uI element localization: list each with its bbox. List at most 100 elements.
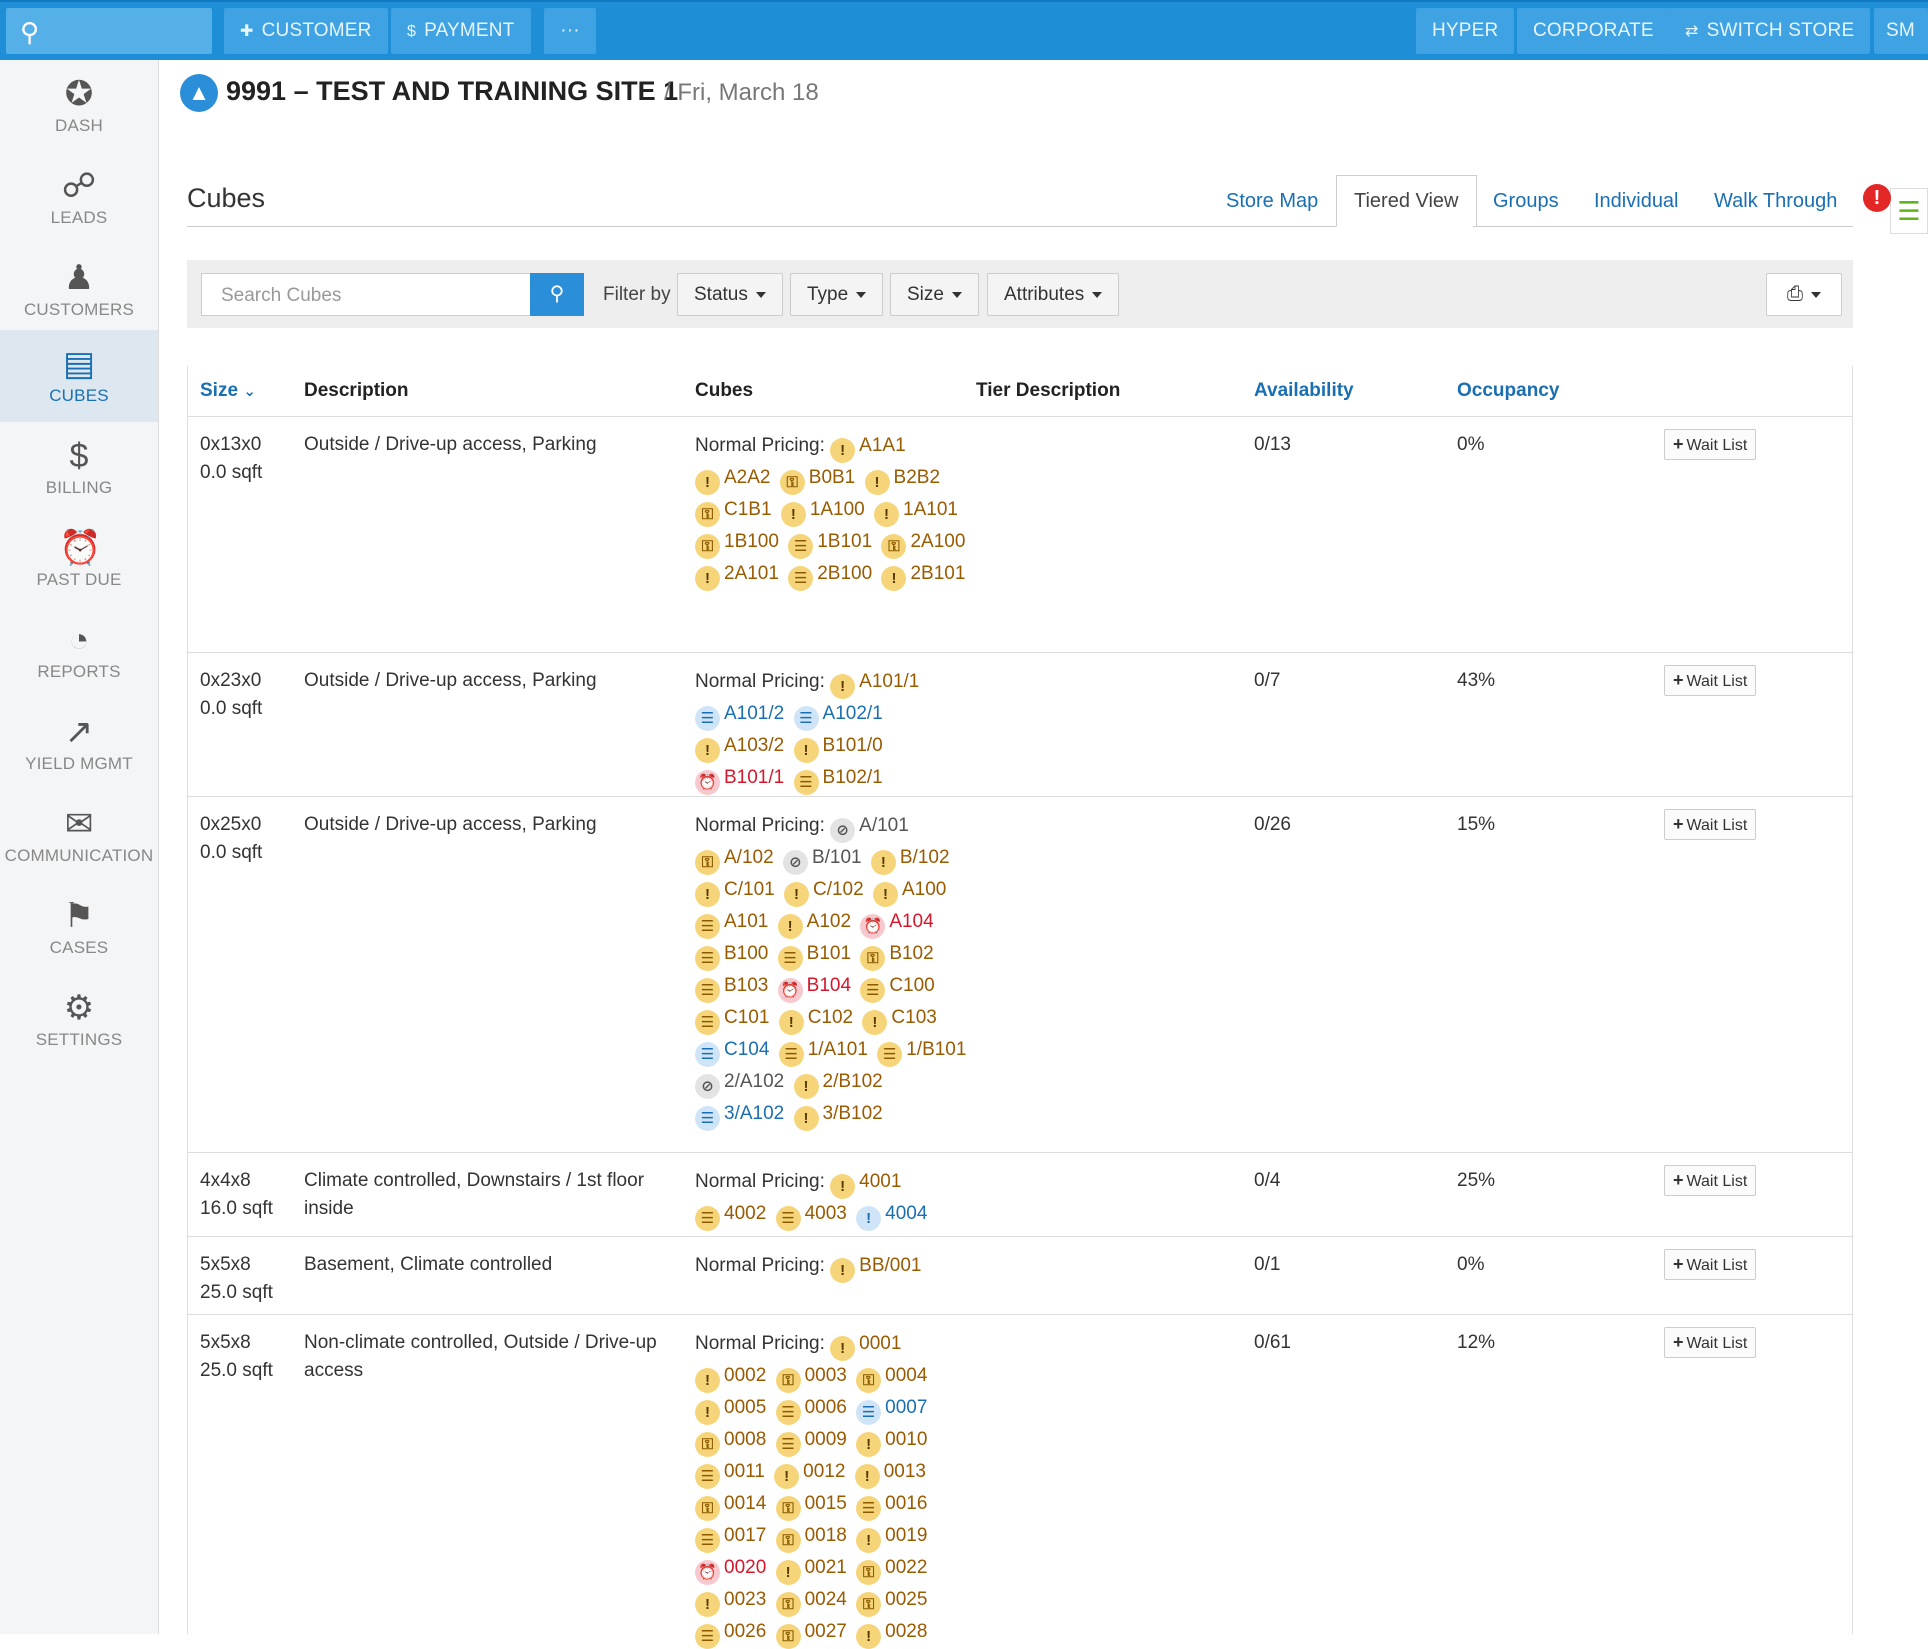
- cube-link[interactable]: ⚿ 0025: [856, 1589, 927, 1617]
- wait-list-button[interactable]: + Wait List: [1664, 665, 1757, 696]
- sidebar-item-settings[interactable]: ⚙ SETTINGS: [0, 974, 158, 1066]
- occupancy-column-header[interactable]: Occupancy: [1457, 380, 1559, 402]
- cube-link[interactable]: ⏰ A104: [860, 911, 934, 939]
- tab-groups[interactable]: Groups: [1493, 190, 1559, 213]
- cube-link[interactable]: ! 0013: [854, 1461, 926, 1489]
- cube-link[interactable]: ! 2/B102: [793, 1071, 883, 1099]
- cube-link[interactable]: ☰ 3/A102: [695, 1103, 784, 1131]
- cube-link[interactable]: ⚿ 0018: [775, 1525, 847, 1553]
- cube-link[interactable]: ! 0023: [695, 1589, 766, 1617]
- cube-link[interactable]: ⏰ B101/1: [695, 767, 784, 795]
- status-filter-dropdown[interactable]: Status: [677, 273, 783, 316]
- cube-link[interactable]: ! 2A101: [695, 563, 779, 591]
- cube-link[interactable]: ! 1A100: [780, 499, 865, 527]
- size-column-header[interactable]: Size ⌄: [200, 380, 256, 402]
- type-filter-dropdown[interactable]: Type: [790, 273, 884, 316]
- cube-link[interactable]: ⚿ 0024: [775, 1589, 847, 1617]
- cube-link[interactable]: ☰ A101: [695, 911, 768, 939]
- tab-walk-through[interactable]: Walk Through: [1714, 190, 1837, 213]
- corporate-button[interactable]: CORPORATE: [1517, 8, 1670, 54]
- cube-link[interactable]: ! 0001: [830, 1333, 901, 1361]
- sidebar-item-past-due[interactable]: ⏰ PAST DUE: [0, 514, 158, 606]
- cube-link[interactable]: ⚿ 0008: [695, 1429, 766, 1457]
- cube-link[interactable]: ☰ 0006: [775, 1397, 847, 1425]
- cube-link[interactable]: ☰ C104: [695, 1039, 769, 1067]
- tab-individual[interactable]: Individual: [1594, 190, 1679, 213]
- cube-link[interactable]: ! C103: [862, 1007, 937, 1035]
- cube-link[interactable]: ☰ B102/1: [793, 767, 883, 795]
- global-search-button[interactable]: ⚲: [6, 8, 212, 54]
- cube-link[interactable]: ☰ 0026: [695, 1621, 766, 1649]
- cube-link[interactable]: ! 2B101: [881, 563, 965, 591]
- cube-link[interactable]: ⚿ 1B100: [695, 531, 779, 559]
- cube-link[interactable]: ! 0002: [695, 1365, 766, 1393]
- cube-link[interactable]: ! 0028: [856, 1621, 927, 1649]
- cube-link[interactable]: ⚿ 0015: [775, 1493, 847, 1521]
- cube-link[interactable]: ⚿ B102: [860, 943, 934, 971]
- switch-store-button[interactable]: ⇄ SWITCH STORE: [1669, 8, 1871, 54]
- cube-link[interactable]: ⚿ 0022: [856, 1557, 927, 1585]
- user-menu-button[interactable]: SM: [1874, 8, 1928, 54]
- cube-link[interactable]: ! A2A2: [695, 467, 770, 495]
- print-button[interactable]: ⎙: [1766, 273, 1842, 316]
- wait-list-button[interactable]: + Wait List: [1664, 429, 1757, 460]
- cube-link[interactable]: ☰ B100: [695, 943, 768, 971]
- cube-link[interactable]: ☰ B101: [777, 943, 851, 971]
- cube-link[interactable]: ☰ C101: [695, 1007, 769, 1035]
- cube-link[interactable]: ⚿ 0027: [775, 1621, 847, 1649]
- cube-link[interactable]: ! BB/001: [830, 1255, 921, 1283]
- cube-link[interactable]: ! A1A1: [830, 435, 906, 463]
- cube-link[interactable]: ⊘ 2/A102: [695, 1071, 784, 1099]
- cube-link[interactable]: ☰ 2B100: [788, 563, 872, 591]
- tab-store-map[interactable]: Store Map: [1226, 190, 1318, 213]
- more-button[interactable]: ···: [544, 8, 596, 54]
- task-list-icon[interactable]: ☰: [1890, 188, 1928, 234]
- cube-link[interactable]: ⊘ B/101: [782, 847, 862, 875]
- cube-link[interactable]: ☰ 0009: [775, 1429, 847, 1457]
- cube-link[interactable]: ☰ C100: [860, 975, 935, 1003]
- cube-link[interactable]: ! 0021: [775, 1557, 847, 1585]
- cube-link[interactable]: ⚿ C1B1: [695, 499, 772, 527]
- wait-list-button[interactable]: + Wait List: [1664, 1327, 1757, 1358]
- cube-link[interactable]: ☰ 4002: [695, 1203, 766, 1231]
- payment-button[interactable]: $ PAYMENT: [391, 8, 531, 54]
- cube-link[interactable]: ⚿ A/102: [695, 847, 774, 875]
- sidebar-item-reports[interactable]: ◔ REPORTS: [0, 606, 158, 698]
- cube-link[interactable]: ! 1A101: [874, 499, 958, 527]
- cube-link[interactable]: ☰ B103: [695, 975, 768, 1003]
- cube-link[interactable]: ☰ 4003: [775, 1203, 847, 1231]
- cube-link[interactable]: ⏰ 0020: [695, 1557, 766, 1585]
- cube-link[interactable]: ! B2B2: [864, 467, 940, 495]
- sidebar-item-leads[interactable]: ☍ LEADS: [0, 152, 158, 244]
- cube-link[interactable]: ! C/102: [783, 879, 864, 907]
- cube-link[interactable]: ⚿ B0B1: [779, 467, 855, 495]
- cube-link[interactable]: ! 0010: [856, 1429, 927, 1457]
- wait-list-button[interactable]: + Wait List: [1664, 1165, 1757, 1196]
- cube-link[interactable]: ☰ 0011: [695, 1461, 765, 1489]
- cube-link[interactable]: ! A103/2: [695, 735, 784, 763]
- wait-list-button[interactable]: + Wait List: [1664, 809, 1757, 840]
- cube-link[interactable]: ! C/101: [695, 879, 775, 907]
- search-button[interactable]: ⚲: [530, 273, 584, 316]
- cube-link[interactable]: ! 0012: [774, 1461, 845, 1489]
- cube-link[interactable]: ⚿ 0004: [856, 1365, 927, 1393]
- cube-link[interactable]: ☰ 1/B101: [877, 1039, 966, 1067]
- hyper-button[interactable]: HYPER: [1416, 8, 1515, 54]
- cube-link[interactable]: ⊘ A/101: [830, 815, 909, 843]
- availability-column-header[interactable]: Availability: [1254, 380, 1354, 402]
- cube-link[interactable]: ! 4001: [830, 1171, 901, 1199]
- cube-link[interactable]: ☰ A101/2: [695, 703, 784, 731]
- cube-link[interactable]: ⚿ 2A100: [881, 531, 965, 559]
- cube-link[interactable]: ! B/102: [870, 847, 950, 875]
- cube-link[interactable]: ☰ 1B101: [788, 531, 872, 559]
- cube-link[interactable]: ☰ 0007: [856, 1397, 927, 1425]
- cube-link[interactable]: ! 4004: [856, 1203, 927, 1231]
- wait-list-button[interactable]: + Wait List: [1664, 1249, 1757, 1280]
- cube-link[interactable]: ! B101/0: [793, 735, 883, 763]
- cube-link[interactable]: ☰ 1/A101: [778, 1039, 868, 1067]
- sidebar-item-cubes[interactable]: ▤ CUBES: [0, 330, 158, 422]
- cube-link[interactable]: ⚿ 0014: [695, 1493, 766, 1521]
- cube-link[interactable]: ! C102: [778, 1007, 853, 1035]
- search-input[interactable]: Search Cubes: [201, 273, 531, 316]
- sidebar-item-communication[interactable]: ✉ COMMUNICATION: [0, 790, 158, 882]
